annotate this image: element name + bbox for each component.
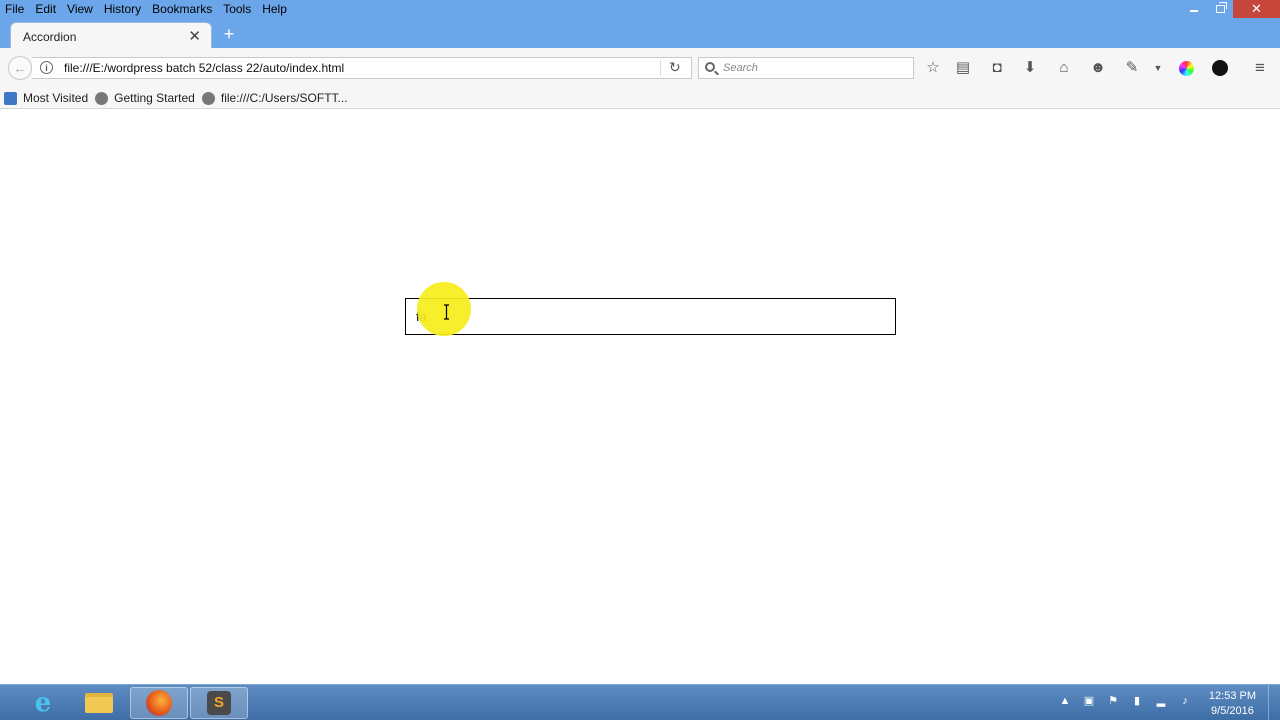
firefox-icon <box>146 690 172 716</box>
show-desktop-button[interactable] <box>1268 685 1280 720</box>
sublime-text-icon: S <box>207 691 231 715</box>
close-window-button[interactable]: ✕ <box>1233 0 1280 18</box>
menu-help[interactable]: Help <box>257 0 293 17</box>
network-adapter-icon[interactable]: ▣ <box>1082 694 1096 708</box>
url-bar[interactable]: i file:///E:/wordpress batch 52/class 22… <box>32 57 692 79</box>
page-content <box>0 110 1280 684</box>
pocket-icon[interactable]: ◘ <box>987 59 1007 77</box>
restore-icon <box>1215 2 1227 13</box>
search-icon <box>705 62 715 72</box>
globe-icon <box>201 91 215 105</box>
navigation-toolbar: ← i file:///E:/wordpress batch 52/class … <box>0 48 1280 88</box>
bookmark-most-visited[interactable]: Most Visited <box>4 91 88 105</box>
tab-close-icon[interactable]: ✕ <box>188 27 201 45</box>
sublime-text-button[interactable]: S <box>190 687 248 719</box>
menu-bookmarks[interactable]: Bookmarks <box>147 0 218 17</box>
back-button[interactable]: ← <box>8 56 32 80</box>
tab-title: Accordion <box>23 30 77 44</box>
search-input[interactable] <box>723 60 903 76</box>
most-visited-icon <box>4 91 17 105</box>
system-tray: ▲ ▣ ⚑ ▮ ▂ ♪ <box>1058 694 1192 708</box>
restore-button[interactable] <box>1207 0 1233 18</box>
file-explorer-button[interactable] <box>70 687 128 719</box>
autocomplete-input[interactable] <box>405 298 896 335</box>
back-arrow-icon: ← <box>13 60 27 76</box>
menu-view[interactable]: View <box>62 0 99 17</box>
home-icon[interactable]: ⌂ <box>1054 59 1074 77</box>
new-tab-button[interactable]: + <box>220 24 238 44</box>
close-icon: ✕ <box>1251 1 1262 16</box>
reload-icon[interactable]: ↻ <box>669 59 681 76</box>
menu-bar: File Edit View History Bookmarks Tools H… <box>0 0 293 17</box>
internet-explorer-icon: e <box>34 688 52 718</box>
bookmark-label: file:///C:/Users/SOFTT... <box>220 91 348 105</box>
show-hidden-icons-icon[interactable]: ▲ <box>1058 694 1072 708</box>
firefox-button[interactable] <box>130 687 188 719</box>
menu-history[interactable]: History <box>99 0 147 17</box>
windows-taskbar: e S ▲ ▣ ⚑ ▮ ▂ ♪ 12:53 PM 9/5/2016 <box>0 684 1280 720</box>
menu-file[interactable]: File <box>0 0 30 17</box>
hello-icon[interactable]: ☻ <box>1088 59 1108 77</box>
menu-edit[interactable]: Edit <box>30 0 62 17</box>
search-bar[interactable] <box>698 57 914 79</box>
window-controls: ✕ <box>1181 0 1280 18</box>
clock-date: 9/5/2016 <box>1211 705 1254 717</box>
tools-icon[interactable]: ✎ <box>1122 59 1142 77</box>
internet-explorer-button[interactable]: e <box>14 687 72 719</box>
url-divider <box>660 60 661 76</box>
bookmark-label: Most Visited <box>23 91 89 105</box>
folder-icon <box>85 693 113 713</box>
reading-list-icon[interactable]: ▤ <box>953 59 973 77</box>
signal-icon[interactable]: ▂ <box>1154 694 1168 708</box>
url-text[interactable]: file:///E:/wordpress batch 52/class 22/a… <box>64 61 344 75</box>
window-titlebar: File Edit View History Bookmarks Tools H… <box>0 0 1280 49</box>
tab-accordion[interactable]: Accordion ✕ <box>10 22 212 49</box>
action-center-icon[interactable]: ⚑ <box>1106 694 1120 708</box>
system-clock[interactable]: 12:53 PM 9/5/2016 <box>1209 689 1256 719</box>
color-icon[interactable] <box>1176 59 1196 77</box>
power-icon[interactable]: ▮ <box>1130 694 1144 708</box>
globe-icon <box>95 91 109 105</box>
menu-tools[interactable]: Tools <box>218 0 257 17</box>
minimize-button[interactable] <box>1181 0 1207 18</box>
dark-circle-icon[interactable] <box>1210 59 1230 77</box>
hamburger-menu-icon[interactable]: ≡ <box>1250 59 1270 77</box>
download-icon[interactable]: ⬇ <box>1020 59 1040 77</box>
clock-time: 12:53 PM <box>1208 690 1256 702</box>
minimize-icon <box>1190 10 1198 12</box>
tools-dropdown-icon[interactable]: ▼ <box>1148 59 1168 77</box>
bookmark-label: Getting Started <box>114 91 195 105</box>
volume-icon[interactable]: ♪ <box>1178 694 1192 708</box>
bookmarks-toolbar: Most Visited Getting Started file:///C:/… <box>0 88 1280 109</box>
site-info-icon[interactable]: i <box>40 61 53 74</box>
star-icon[interactable]: ☆ <box>923 59 943 77</box>
bookmark-getting-started[interactable]: Getting Started <box>95 91 195 105</box>
bookmark-file-path[interactable]: file:///C:/Users/SOFTT... <box>201 91 348 105</box>
